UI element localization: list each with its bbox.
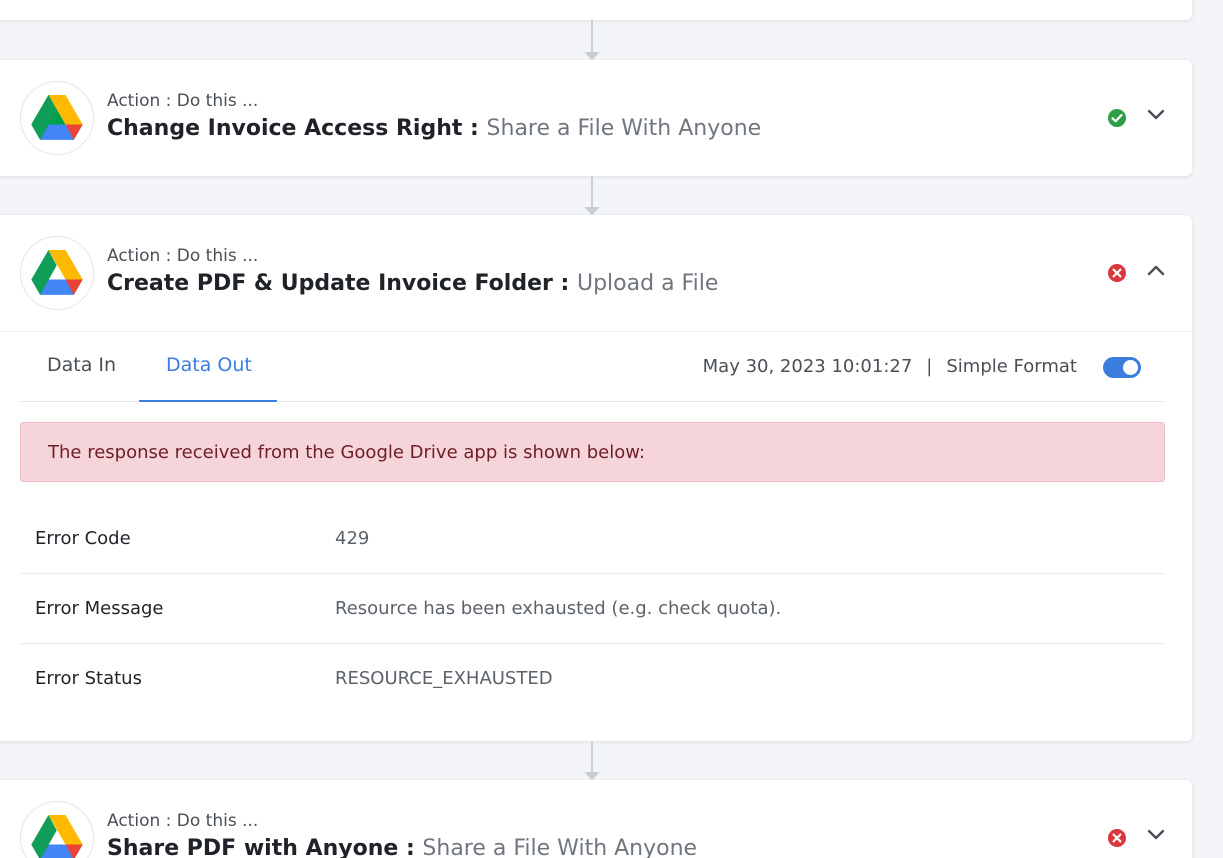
response-alert: The response received from the Google Dr…	[20, 422, 1165, 482]
step-header[interactable]: Action : Do this ... Share PDF with Anyo…	[0, 780, 1192, 858]
chevron-down-icon[interactable]	[1145, 824, 1167, 846]
step-card-create-pdf: Action : Do this ... Create PDF & Update…	[0, 215, 1192, 741]
step-app-action: Share a File With Anyone	[422, 836, 698, 858]
step-header[interactable]: Action : Do this ... Change Invoice Acce…	[0, 60, 1192, 176]
run-timestamp: May 30, 2023 10:01:27	[702, 356, 913, 377]
step-name: Change Invoice Access Right :	[107, 116, 479, 141]
active-tab-indicator	[139, 400, 277, 402]
simple-format-toggle[interactable]	[1103, 357, 1141, 378]
step-card-share-pdf: Action : Do this ... Share PDF with Anyo…	[0, 780, 1192, 858]
meta-separator: |	[926, 356, 933, 377]
step-name: Share PDF with Anyone :	[107, 836, 415, 858]
step-type-label: Action : Do this ...	[107, 91, 259, 111]
step-type-label: Action : Do this ...	[107, 811, 259, 831]
table-row: Error Code 429	[20, 504, 1165, 574]
step-title: Create PDF & Update Invoice Folder : Upl…	[107, 271, 718, 296]
data-tabs: Data In Data Out May 30, 2023 10:01:27 | S…	[20, 332, 1165, 402]
step-app-action: Share a File With Anyone	[486, 116, 762, 141]
response-key: Error Message	[35, 598, 164, 619]
step-title: Change Invoice Access Right : Share a Fi…	[107, 116, 761, 141]
workflow-canvas: Action : Do this ... Change Invoice Acce…	[0, 0, 1223, 858]
chevron-up-icon[interactable]	[1145, 259, 1167, 281]
step-connector	[584, 741, 600, 780]
step-header[interactable]: Action : Do this ... Create PDF & Update…	[0, 215, 1192, 331]
tab-data-in[interactable]: Data In	[47, 354, 116, 376]
response-value: 429	[335, 528, 370, 549]
response-key: Error Code	[35, 528, 131, 549]
step-connector	[584, 176, 600, 215]
table-row: Error Status RESOURCE_EXHAUSTED	[20, 644, 1165, 714]
chevron-down-icon[interactable]	[1145, 104, 1167, 126]
response-table: Error Code 429 Error Message Resource ha…	[20, 504, 1165, 714]
step-app-action: Upload a File	[576, 271, 719, 296]
tab-data-out[interactable]: Data Out	[166, 354, 252, 376]
response-key: Error Status	[35, 668, 142, 689]
toggle-knob	[1123, 360, 1138, 375]
x-circle-icon	[1108, 829, 1126, 847]
step-name: Create PDF & Update Invoice Folder :	[107, 271, 570, 296]
google-drive-logo	[20, 81, 94, 155]
run-meta: May 30, 2023 10:01:27 | Simple Format	[703, 356, 1077, 377]
response-value: RESOURCE_EXHAUSTED	[335, 668, 553, 689]
table-row: Error Message Resource has been exhauste…	[20, 574, 1165, 644]
step-type-label: Action : Do this ...	[107, 246, 259, 266]
step-connector	[584, 20, 600, 60]
step-title: Share PDF with Anyone : Share a File Wit…	[107, 836, 697, 858]
response-value: Resource has been exhausted (e.g. check …	[335, 598, 782, 619]
google-drive-logo	[20, 801, 94, 858]
x-circle-icon	[1108, 264, 1126, 282]
google-drive-logo	[20, 236, 94, 310]
previous-step-card[interactable]	[0, 0, 1192, 20]
check-circle-icon	[1108, 109, 1126, 127]
simple-format-label: Simple Format	[946, 356, 1077, 377]
step-card-change-invoice-access: Action : Do this ... Change Invoice Acce…	[0, 60, 1192, 176]
